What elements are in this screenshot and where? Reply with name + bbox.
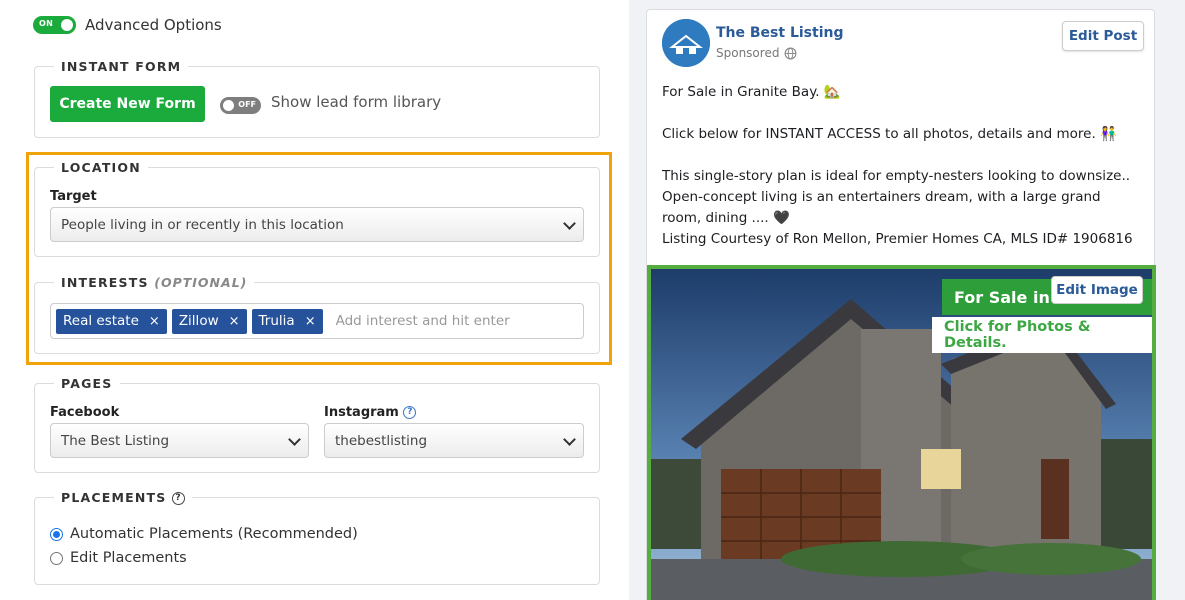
interests-tag-input[interactable]: Real estate × Zillow × Trulia × Add interes… <box>50 303 584 339</box>
instagram-account-select[interactable]: thebestlisting <box>324 423 584 458</box>
placement-option-label: Automatic Placements (Recommended) <box>70 526 358 542</box>
facebook-page-select[interactable]: The Best Listing <box>50 423 309 458</box>
chevron-down-icon <box>288 433 301 446</box>
help-icon[interactable]: ? <box>403 406 417 419</box>
ad-preview-card: The Best Listing Sponsored Edit Post For… <box>646 9 1156 600</box>
create-new-form-button[interactable]: Create New Form <box>50 86 205 122</box>
radio-checked[interactable] <box>50 527 63 541</box>
interest-tag: Real estate × <box>56 308 167 334</box>
target-label: Target <box>50 189 97 204</box>
interest-tag-label: Zillow <box>178 313 219 329</box>
instagram-account-value: thebestlisting <box>335 432 428 449</box>
sponsored-label: Sponsored <box>716 46 780 60</box>
interest-tag-label: Trulia <box>258 313 295 329</box>
edit-image-button[interactable]: Edit Image <box>1051 276 1143 304</box>
advanced-options-toggle[interactable]: ON <box>33 16 76 34</box>
sponsored-row: Sponsored <box>716 46 797 60</box>
advanced-options-row: ON Advanced Options <box>33 16 222 34</box>
pages-section: PAGES Facebook The Best Listing Instagra… <box>34 376 600 473</box>
target-select[interactable]: People living in or recently in this loc… <box>50 207 584 242</box>
globe-icon <box>785 47 797 59</box>
placement-option-edit[interactable]: Edit Placements <box>50 550 187 566</box>
remove-tag-icon[interactable]: × <box>229 314 240 329</box>
post-text-line: Listing Courtesy of Ron Mellon, Premier … <box>662 231 1133 247</box>
toggle-knob <box>223 100 234 111</box>
advanced-options-label: Advanced Options <box>85 16 222 34</box>
instant-form-section: INSTANT FORM Create New Form OFF Show le… <box>34 59 600 138</box>
interests-optional-label: (OPTIONAL) <box>154 275 248 290</box>
radio-unchecked[interactable] <box>50 551 63 565</box>
interests-section: INTERESTS (OPTIONAL) Real estate × Zillow… <box>34 275 600 354</box>
placements-legend: PLACEMENTS <box>61 490 167 505</box>
interest-tag: Zillow × <box>171 308 247 334</box>
remove-tag-icon[interactable]: × <box>149 314 160 329</box>
instagram-label: Instagram <box>324 405 399 420</box>
chevron-down-icon <box>563 433 576 446</box>
toggle-on-label: ON <box>39 19 54 28</box>
toggle-knob <box>61 19 73 31</box>
target-select-value: People living in or recently in this loc… <box>61 216 344 233</box>
help-icon[interactable]: ? <box>172 492 186 505</box>
interests-legend: INTERESTS (OPTIONAL) <box>54 275 255 290</box>
instant-form-legend: INSTANT FORM <box>54 59 189 74</box>
interests-legend-text: INTERESTS <box>61 275 149 290</box>
post-text-line: For Sale in Granite Bay. 🏡 <box>662 84 841 100</box>
remove-tag-icon[interactable]: × <box>305 314 316 329</box>
location-legend: LOCATION <box>54 160 148 175</box>
page-avatar <box>662 19 710 67</box>
lead-form-library-toggle[interactable]: OFF <box>220 97 261 114</box>
interest-tag-label: Real estate <box>63 313 139 329</box>
edit-post-button[interactable]: Edit Post <box>1062 21 1144 51</box>
page-name-link[interactable]: The Best Listing <box>716 25 843 41</box>
facebook-page-value: The Best Listing <box>61 432 170 449</box>
banner-click-details: Click for Photos & Details. <box>932 317 1152 353</box>
location-section: LOCATION Target People living in or rece… <box>34 160 600 257</box>
placements-legend-row: PLACEMENTS ? <box>54 490 193 505</box>
interest-input-placeholder[interactable]: Add interest and hit enter <box>336 313 510 329</box>
pages-legend: PAGES <box>54 376 120 391</box>
ad-image[interactable]: For Sale in G Click for Photos & Details… <box>647 265 1156 600</box>
lead-form-library-label: Show lead form library <box>271 93 442 111</box>
post-text-line: Click below for INSTANT ACCESS to all ph… <box>662 126 1117 142</box>
interest-tag: Trulia × <box>251 308 323 334</box>
post-text-line: This single-story plan is ideal for empt… <box>662 168 1131 226</box>
placement-option-label: Edit Placements <box>70 550 187 566</box>
toggle-off-label: OFF <box>238 100 256 109</box>
house-logo-icon <box>662 19 710 67</box>
facebook-label: Facebook <box>50 405 120 420</box>
instagram-label-row: Instagram ? <box>324 405 417 420</box>
placements-section: PLACEMENTS ? Automatic Placements (Recom… <box>34 490 600 585</box>
chevron-down-icon <box>563 217 576 230</box>
placement-option-automatic[interactable]: Automatic Placements (Recommended) <box>50 526 358 542</box>
